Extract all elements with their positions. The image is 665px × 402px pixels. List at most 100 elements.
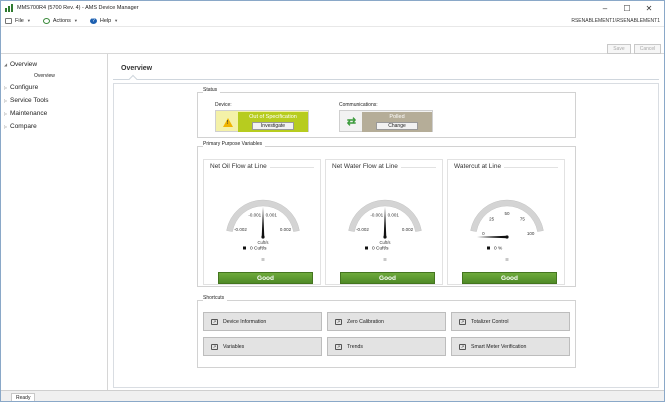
- tab-indicator: [128, 74, 138, 84]
- sidebar-item-label: Overview: [10, 61, 38, 68]
- sidebar-nav: ◢ Overview Overview ▷ Configure ▷ Servic…: [1, 54, 108, 390]
- gauge-tick-label: 0.001: [388, 212, 400, 217]
- chevron-down-icon: ▼: [26, 18, 31, 23]
- toolbar: Save Cancel: [1, 27, 664, 54]
- gauge-title: Net Oil Flow at Line: [210, 163, 270, 170]
- overview-content: Status Device: ! Out of Specification In…: [113, 83, 659, 388]
- gauge-tick-label: 0.001: [266, 212, 278, 217]
- gauge-hub: [261, 235, 265, 239]
- close-button[interactable]: ✕: [638, 1, 660, 15]
- change-button[interactable]: Change: [376, 122, 418, 130]
- chevron-down-icon: ▼: [114, 18, 119, 23]
- gauge-panel-net-oil-flow: Net Oil Flow at Line -0.002 -0.001 0.001 0.…: [203, 159, 321, 285]
- shortcut-totalizer-control[interactable]: ↗ Totalizer Control: [451, 312, 570, 331]
- device-label: Device:: [215, 102, 232, 108]
- shortcut-icon: ↗: [459, 343, 466, 350]
- main-panel: Overview Status Device: ! Out of Specifi…: [108, 54, 664, 390]
- actions-menu-label: Actions: [52, 17, 71, 24]
- sidebar-item-label: Maintenance: [10, 110, 48, 117]
- shortcut-icon: ↗: [211, 318, 218, 325]
- gauge-indicator: [261, 258, 265, 261]
- gauge-hub: [383, 235, 387, 239]
- tab-overview[interactable]: Overview: [121, 65, 152, 72]
- shortcuts-group-title: Shortcuts: [203, 295, 228, 301]
- gauge-value-readout: 0 Cuft/s: [250, 246, 267, 252]
- communications-status-card: ⇄ Polled Change: [339, 110, 433, 132]
- gauge-panel-watercut: Watercut at Line 0 25 50 75 100 0 % Good: [447, 159, 565, 285]
- gauge-tick-label: -0.001: [248, 212, 261, 217]
- net-oil-flow-gauge: -0.002 -0.001 0.001 0.002 Cuft/s0 Cuft/s: [226, 199, 300, 261]
- maximize-button[interactable]: ☐: [616, 1, 638, 15]
- net-oil-flow-status: Good: [218, 272, 313, 284]
- shortcut-smart-meter-verification[interactable]: ↗ Smart Meter Verification: [451, 337, 570, 356]
- gauge-panel-net-water-flow: Net Water Flow at Line -0.002 -0.001 0.001…: [325, 159, 443, 285]
- gauge-tick-label: -0.002: [234, 227, 247, 232]
- gauge-needle: [383, 207, 387, 237]
- current-user: RSENABLEMENT1\RSENABLEMENT1: [571, 18, 660, 24]
- communications-status-text: Polled: [389, 114, 405, 120]
- menu-bar: File ▼ Actions ▼ ? Help ▼ RSENABLEMENT1\…: [1, 15, 664, 27]
- status-bar-text: Ready: [11, 393, 36, 401]
- ppv-group-title: Primary Purpose Variables: [203, 141, 266, 147]
- shortcut-icon: ↗: [335, 343, 342, 350]
- shortcut-icon: ↗: [211, 343, 218, 350]
- help-menu-label: Help: [99, 17, 112, 24]
- gauge-tick-label: 100: [527, 231, 535, 236]
- window-controls: – ☐ ✕: [594, 1, 660, 15]
- shortcut-zero-calibration[interactable]: ↗ Zero Calibration: [327, 312, 446, 331]
- sidebar-item-overview[interactable]: ◢ Overview: [4, 61, 37, 68]
- device-status-icon: !: [217, 112, 238, 132]
- warning-icon: !: [222, 117, 233, 127]
- cancel-button[interactable]: Cancel: [634, 44, 661, 54]
- status-bar: Ready: [1, 390, 664, 401]
- gauge-value-marker: [365, 246, 368, 250]
- gauge-tick-label: -0.001: [370, 212, 383, 217]
- gauge-tick-label: 0: [482, 231, 485, 236]
- status-group: Status Device: ! Out of Specification In…: [197, 87, 576, 138]
- net-water-flow-status: Good: [340, 272, 435, 284]
- shortcut-trends[interactable]: ↗ Trends: [327, 337, 446, 356]
- sidebar-item-service-tools[interactable]: ▷ Service Tools: [4, 97, 49, 104]
- sidebar-item-configure[interactable]: ▷ Configure: [4, 84, 38, 91]
- app-logo-icon: [5, 4, 13, 12]
- actions-menu[interactable]: Actions ▼: [42, 17, 78, 24]
- investigate-button[interactable]: Investigate: [252, 122, 294, 130]
- gauge-title: Watercut at Line: [454, 163, 505, 170]
- help-menu[interactable]: ? Help ▼: [89, 17, 119, 24]
- device-status-panel: Out of Specification Investigate: [238, 112, 308, 132]
- gauge-value-readout: 0 %: [494, 246, 503, 252]
- minimize-button[interactable]: –: [594, 1, 616, 15]
- help-icon: ?: [89, 17, 97, 24]
- save-button[interactable]: Save: [607, 44, 631, 54]
- shortcut-device-information[interactable]: ↗ Device Information: [203, 312, 322, 331]
- shortcuts-group: Shortcuts ↗ Device Information ↗ Zero Ca…: [197, 295, 576, 368]
- sidebar-item-compare[interactable]: ▷ Compare: [4, 123, 37, 130]
- sidebar-item-maintenance[interactable]: ▷ Maintenance: [4, 110, 47, 117]
- exchange-arrows-icon: ⇄: [346, 115, 357, 128]
- communications-label: Communications:: [339, 102, 378, 108]
- sidebar-subitem-overview[interactable]: Overview: [34, 73, 55, 79]
- folder-icon: [5, 17, 12, 24]
- device-status-text: Out of Specification: [249, 114, 297, 120]
- gauge-value-readout: 0 Cuft/s: [372, 246, 389, 252]
- communications-status-panel: Polled Change: [362, 112, 432, 132]
- shortcut-label: Smart Meter Verification: [471, 343, 527, 350]
- gauge-tick-label: 50: [504, 211, 510, 216]
- gauge-indicator: [383, 258, 387, 261]
- device-status-card: ! Out of Specification Investigate: [215, 110, 309, 132]
- shortcut-label: Trends: [347, 343, 363, 350]
- net-water-flow-gauge: -0.002 -0.001 0.001 0.002 Cuft/s0 Cuft/s: [348, 199, 422, 261]
- status-group-title: Status: [203, 87, 221, 93]
- window-title: MMS700R4 (5700 Rev. 4) - AMS Device Mana…: [17, 5, 139, 11]
- gauge-needle: [477, 235, 507, 239]
- watercut-status: Good: [462, 272, 557, 284]
- sidebar-item-label: Configure: [10, 84, 39, 91]
- sidebar-item-label: Compare: [10, 123, 37, 130]
- shortcut-icon: ↗: [459, 318, 466, 325]
- file-menu[interactable]: File ▼: [5, 17, 31, 24]
- tab-divider: [113, 79, 659, 80]
- shortcut-label: Device Information: [223, 318, 267, 325]
- gauge-unit-label: Cuft/s: [380, 240, 391, 245]
- shortcut-variables[interactable]: ↗ Variables: [203, 337, 322, 356]
- actions-icon: [42, 17, 50, 24]
